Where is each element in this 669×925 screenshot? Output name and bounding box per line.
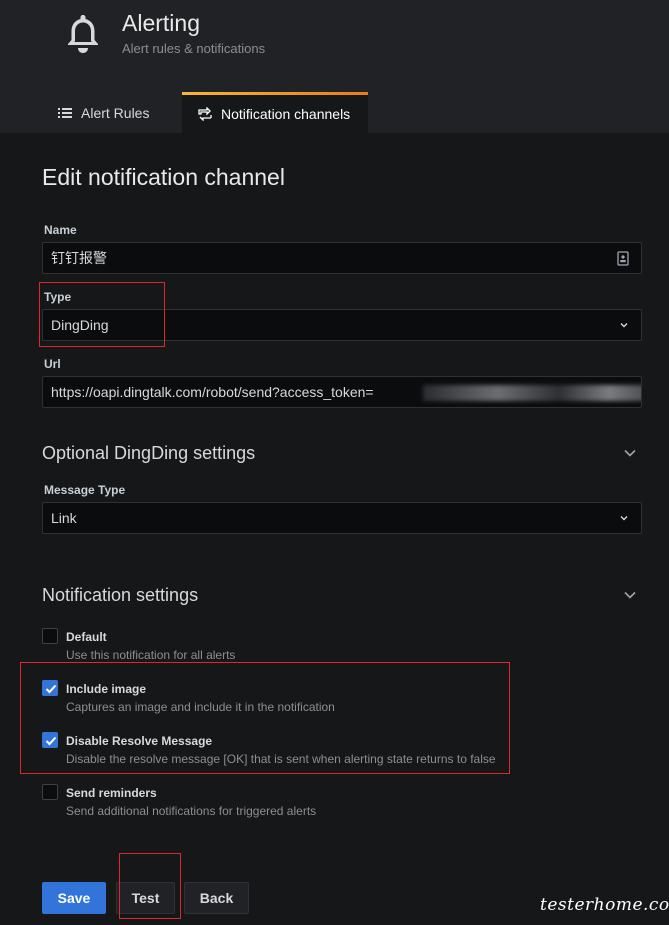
send-reminders-checkbox[interactable] (42, 784, 58, 800)
channels-icon (198, 107, 212, 121)
name-label: Name (44, 223, 77, 237)
send-reminders-label: Send reminders (66, 786, 157, 800)
annotation-box-type (39, 282, 165, 347)
watermark: testerhome.com (540, 895, 669, 915)
back-button[interactable]: Back (184, 882, 249, 914)
save-button[interactable]: Save (42, 882, 106, 914)
name-input[interactable]: 钉钉报警 (42, 242, 642, 274)
default-checkbox[interactable] (42, 628, 58, 644)
chevron-down-icon (620, 516, 628, 521)
annotation-box-checkboxes (20, 662, 510, 774)
tab-notification-channels[interactable]: Notification channels (182, 92, 368, 133)
chevron-down-icon[interactable] (623, 590, 637, 600)
notification-settings-title: Notification settings (42, 585, 199, 605)
tab-notification-channels-label: Notification channels (221, 106, 351, 122)
app-title: Alerting (122, 10, 200, 36)
send-reminders-desc: Send additional notifications for trigge… (66, 804, 317, 818)
message-type-label: Message Type (44, 483, 126, 497)
name-value: 钉钉报警 (51, 250, 107, 266)
optional-settings-title: Optional DingDing settings (42, 443, 256, 463)
annotation-box-test (119, 853, 181, 919)
default-label: Default (66, 630, 107, 644)
url-input[interactable]: https://oapi.dingtalk.com/robot/send?acc… (42, 376, 642, 408)
url-label: Url (44, 357, 61, 371)
list-icon (58, 107, 72, 118)
message-type-value: Link (51, 510, 77, 526)
tab-alert-rules-label: Alert Rules (81, 104, 150, 121)
page-title: Edit notification channel (42, 164, 285, 190)
tab-alert-rules[interactable]: Alert Rules (42, 92, 149, 133)
chevron-down-icon[interactable] (623, 448, 637, 458)
bell-icon (68, 15, 98, 53)
page-header: Alerting Alert rules & notifications Ale… (0, 0, 669, 133)
url-value: https://oapi.dingtalk.com/robot/send?acc… (51, 384, 374, 400)
app-subtitle: Alert rules & notifications (122, 41, 266, 56)
message-type-select[interactable]: Link (42, 502, 642, 534)
redacted-token (423, 385, 641, 401)
contact-card-icon (617, 251, 629, 266)
chevron-down-icon (620, 323, 628, 328)
default-desc: Use this notification for all alerts (66, 648, 236, 662)
